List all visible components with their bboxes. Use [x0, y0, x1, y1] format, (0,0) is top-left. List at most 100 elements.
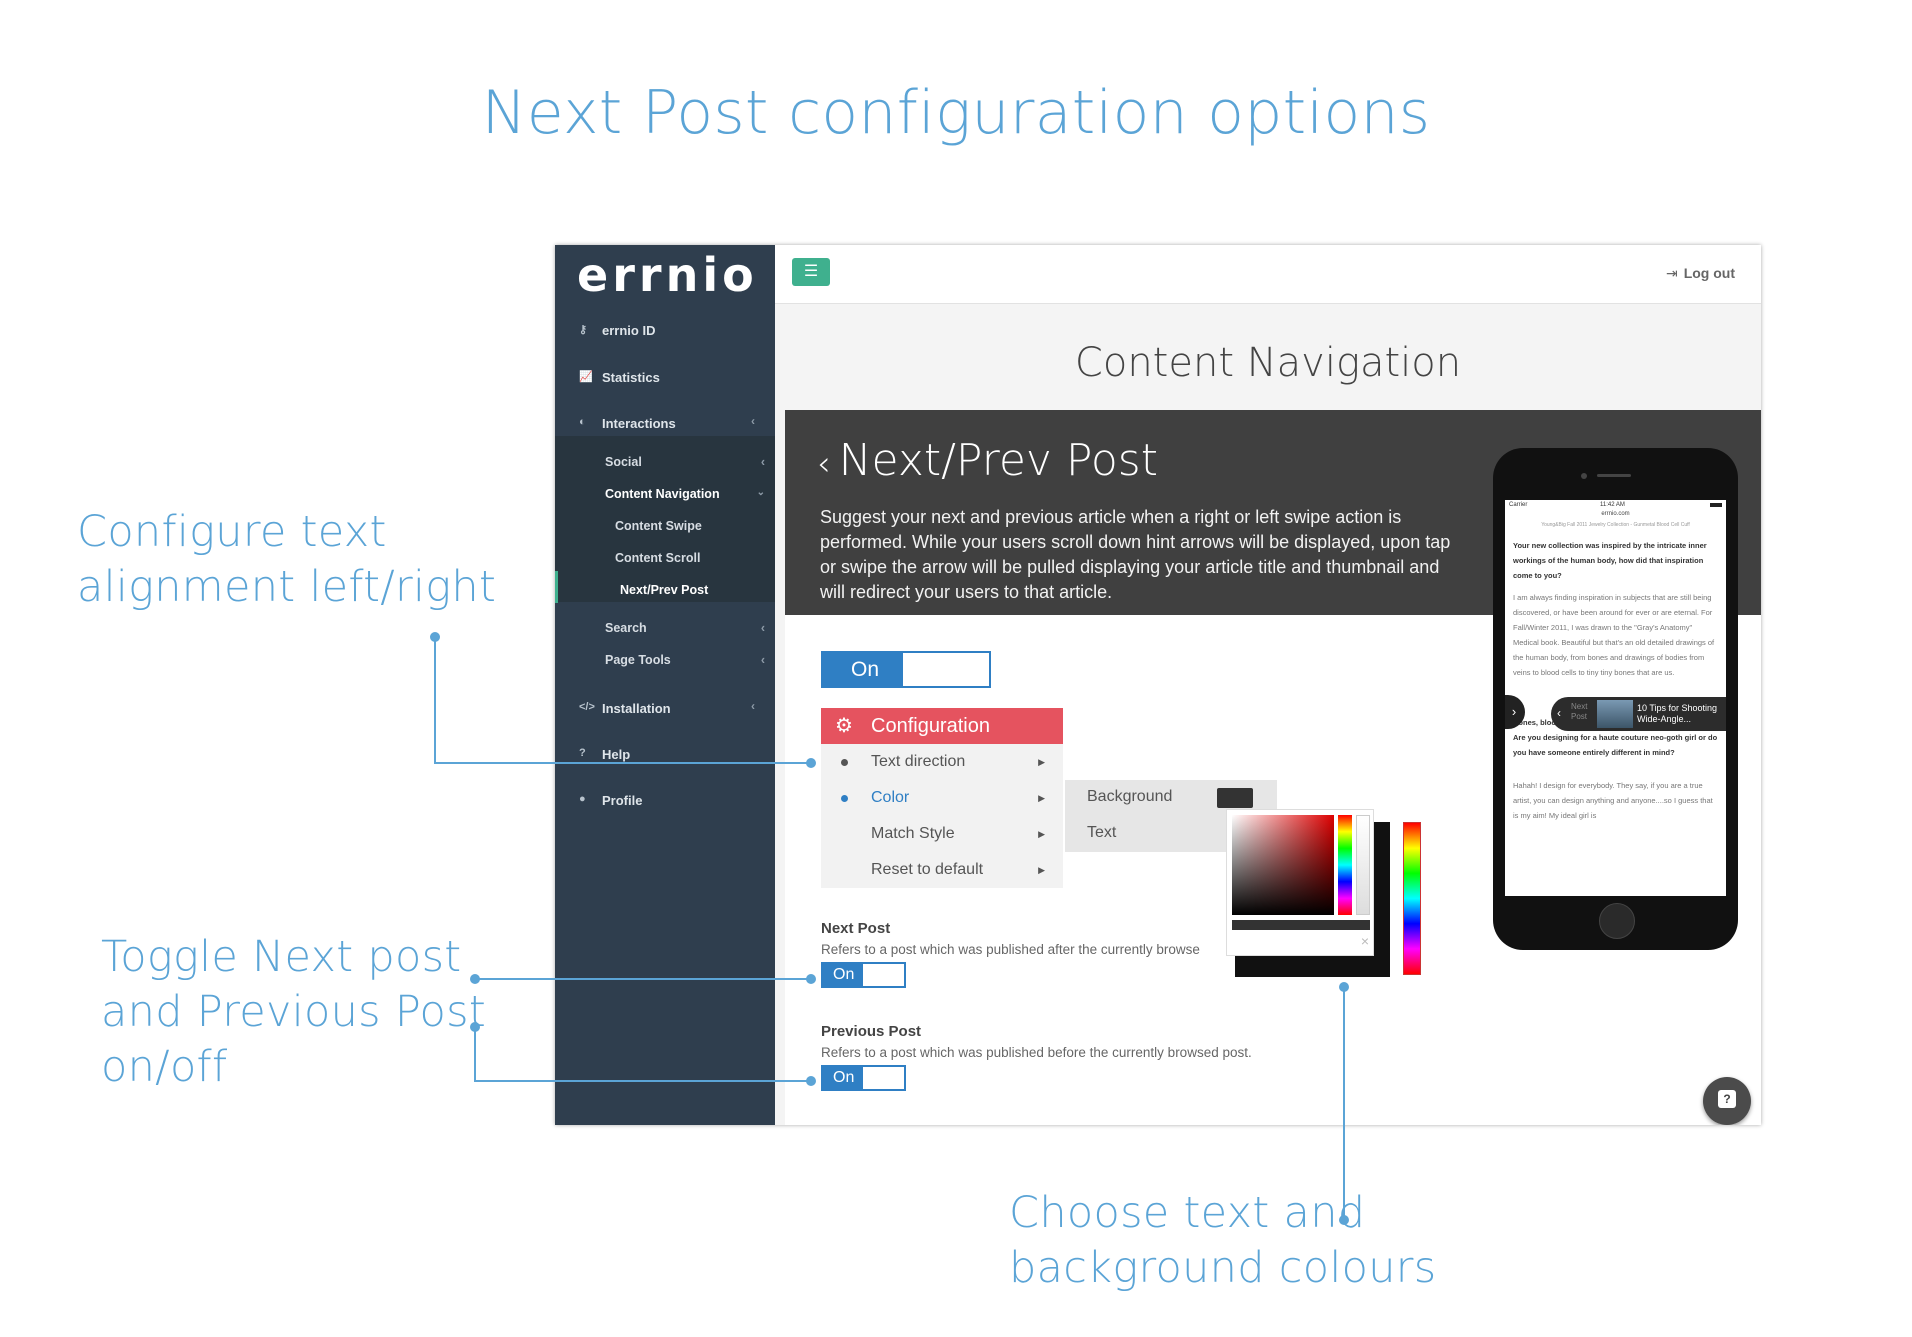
submenu-item-background[interactable]: Background [1087, 788, 1172, 806]
connector-dot [806, 974, 816, 984]
callout-line: alignment left/right [77, 562, 497, 612]
color-preview [1232, 920, 1370, 930]
callout-line: Choose text and [1009, 1188, 1366, 1238]
sidebar: errnio ⚷ errnio ID 📈 Statistics ◐ Intera… [555, 245, 775, 1125]
caret-right-icon: ▶ [1038, 829, 1045, 839]
menu-item-text-direction[interactable]: Text direction ▶ [821, 744, 1063, 780]
bullet-icon [841, 795, 848, 802]
next-post-article-title: 10 Tips for Shooting Wide-Angle... [1637, 703, 1718, 724]
sidebar-item-label: Next/Prev Post [620, 583, 709, 597]
callout-line: and Previous Post [101, 987, 487, 1037]
callout-alignment: Configure text alignment left/right [77, 505, 496, 615]
color-picker: × [1226, 809, 1374, 956]
background-color-swatch[interactable] [1217, 788, 1253, 808]
hue-slider-secondary[interactable] [1403, 822, 1421, 975]
menu-item-label: Reset to default [871, 861, 984, 878]
menu-item-match-style[interactable]: Match Style ▶ [821, 816, 1063, 852]
phone-url: errnio.com [1601, 511, 1630, 517]
feature-title: ‹ Next/Prev Post [817, 435, 1158, 486]
next-post-description: Refers to a post which was published aft… [821, 942, 1200, 957]
toggle-on-label: On [823, 1067, 863, 1089]
submenu-item-text[interactable]: Text [1087, 824, 1116, 842]
connector-line [434, 637, 436, 763]
connector-dot [1339, 1215, 1349, 1225]
sidebar-item-label: Statistics [602, 370, 660, 385]
callout-line: background colours [1009, 1243, 1437, 1293]
connector-line [1343, 987, 1345, 1219]
configuration-header[interactable]: ⚙ Configuration [821, 708, 1063, 744]
toggle-on-label: On [823, 964, 863, 986]
menu-item-label: Text direction [871, 753, 966, 770]
connector-dot [806, 1076, 816, 1086]
caret-right-icon: ▶ [1038, 757, 1045, 767]
menu-item-color[interactable]: Color ▶ [821, 780, 1063, 816]
chevron-left-icon: ‹ [751, 414, 755, 428]
menu-item-label: Color [871, 789, 910, 806]
callout-line: Toggle Next post [101, 932, 462, 982]
active-indicator [555, 571, 558, 603]
phone-screen: Carrier 11:42 AM errnio.com Young&Big Fa… [1505, 500, 1726, 896]
sidebar-item-label: Profile [602, 793, 643, 808]
logout-icon: ⇥ [1665, 265, 1678, 281]
chart-icon: 📈 [579, 371, 593, 383]
sidebar-item-label: Social [605, 455, 642, 469]
phone-speaker [1597, 474, 1631, 477]
page-title: Next Post configuration options [481, 78, 1431, 148]
phone-home-button [1599, 903, 1635, 939]
chevron-left-icon: ‹ [751, 699, 755, 713]
question-icon: ? [1718, 1090, 1736, 1108]
next-post-title: Next Post [821, 920, 891, 937]
alpha-slider[interactable] [1356, 815, 1370, 915]
phone-carrier: Carrier [1509, 502, 1528, 508]
code-icon: </> [579, 701, 595, 713]
next-post-thumbnail [1597, 700, 1633, 728]
phone-caption: Young&Big Fall 2011 Jewelry Collection -… [1541, 522, 1690, 528]
sidebar-item-label: Content Scroll [615, 551, 701, 565]
hamburger-menu-button[interactable]: ☰ [792, 258, 830, 286]
help-chat-button[interactable]: ? [1703, 1077, 1751, 1125]
feature-toggle[interactable]: On [821, 651, 991, 688]
sidebar-item-label: Content Navigation [605, 487, 720, 501]
key-icon: ⚷ [579, 324, 588, 336]
bullet-icon [841, 759, 848, 766]
next-post-toggle[interactable]: On [821, 962, 906, 988]
content-title: Content Navigation [1074, 340, 1462, 386]
saturation-value-area[interactable] [1232, 815, 1334, 915]
next-post-label: Next Post [1571, 702, 1588, 721]
connector-dot [806, 758, 816, 768]
chevron-left-icon: ‹ [760, 653, 765, 667]
connector-line [434, 762, 812, 764]
hue-slider[interactable] [1338, 815, 1352, 915]
configuration-label: Configuration [871, 715, 990, 737]
menu-item-reset-to-default[interactable]: Reset to default ▶ [821, 852, 1063, 888]
callout-line: on/off [101, 1042, 228, 1092]
caret-right-icon: ▶ [1038, 865, 1045, 875]
article-paragraph: I am always finding inspiration in subje… [1513, 593, 1715, 677]
chevron-left-icon: ‹ [760, 455, 765, 469]
back-chevron-icon[interactable]: ‹ [817, 444, 831, 484]
menu-item-label: Match Style [871, 825, 955, 842]
sidebar-item-label: Page Tools [605, 653, 671, 667]
sidebar-item-label: Interactions [602, 416, 676, 431]
close-icon[interactable]: × [1361, 933, 1369, 949]
logo: errnio [577, 248, 758, 302]
connector-line [474, 1080, 810, 1082]
connector-line [475, 978, 808, 980]
previous-post-title: Previous Post [821, 1023, 922, 1040]
chevron-left-icon: ‹ [760, 621, 765, 635]
next-post-card[interactable]: ‹ Next Post 10 Tips for Shooting Wide-An… [1551, 697, 1726, 731]
top-bar: ☰ ⇥ Log out [775, 245, 1761, 304]
toggle-on-label: On [823, 653, 903, 686]
callout-toggle: Toggle Next post and Previous Post on/of… [101, 930, 486, 1095]
battery-icon [1710, 503, 1722, 507]
article-paragraph: Hahah! I design for everybody. They say,… [1513, 781, 1713, 820]
chevron-left-icon: ‹ [1557, 706, 1561, 720]
sidebar-item-label: errnio ID [602, 323, 656, 338]
logout-link[interactable]: ⇥ Log out [1666, 265, 1735, 282]
connector-line [474, 1027, 476, 1081]
previous-post-toggle[interactable]: On [821, 1065, 906, 1091]
chevron-down-icon: ⌄ [756, 487, 765, 498]
caret-right-icon: ▶ [1038, 793, 1045, 803]
callout-line: Configure text [77, 507, 387, 557]
feature-title-text: Next/Prev Post [838, 435, 1158, 486]
